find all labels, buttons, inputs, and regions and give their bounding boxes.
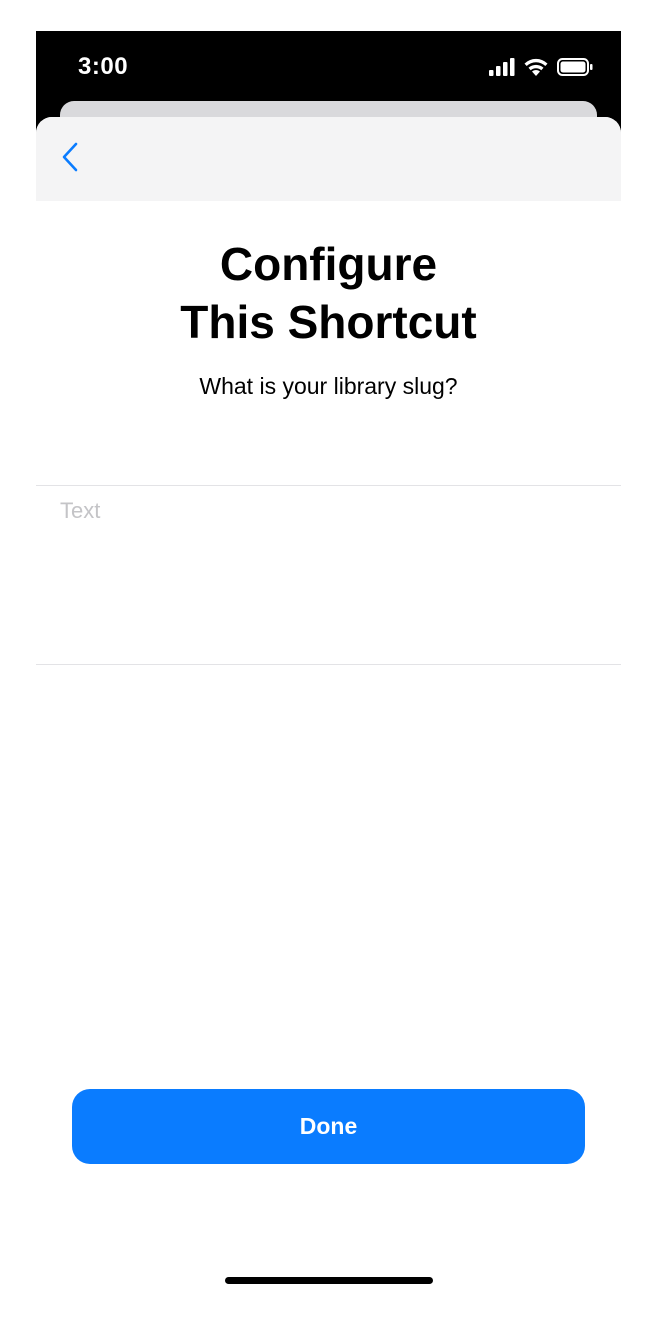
battery-icon	[557, 58, 593, 81]
title-line-1: Configure	[219, 238, 438, 290]
library-slug-input[interactable]	[36, 486, 621, 664]
input-bottom-divider	[36, 664, 621, 665]
status-icons	[489, 57, 593, 82]
phone-screen: 3:00 Configure This Shortcut What is you…	[36, 31, 621, 1311]
home-indicator	[225, 1277, 433, 1284]
question-prompt: What is your library slug?	[199, 373, 458, 399]
page-title: Configure This Shortcut	[36, 235, 621, 351]
wifi-icon	[523, 57, 549, 82]
chevron-left-icon	[61, 142, 79, 177]
back-button[interactable]	[52, 137, 88, 181]
nav-bar	[36, 117, 621, 201]
status-time: 3:00	[78, 53, 129, 80]
cellular-signal-icon	[489, 58, 515, 81]
title-line-2: This Shortcut	[180, 296, 477, 348]
done-button[interactable]: Done	[72, 1089, 585, 1164]
configure-sheet: Configure This Shortcut What is your lib…	[36, 117, 621, 1311]
